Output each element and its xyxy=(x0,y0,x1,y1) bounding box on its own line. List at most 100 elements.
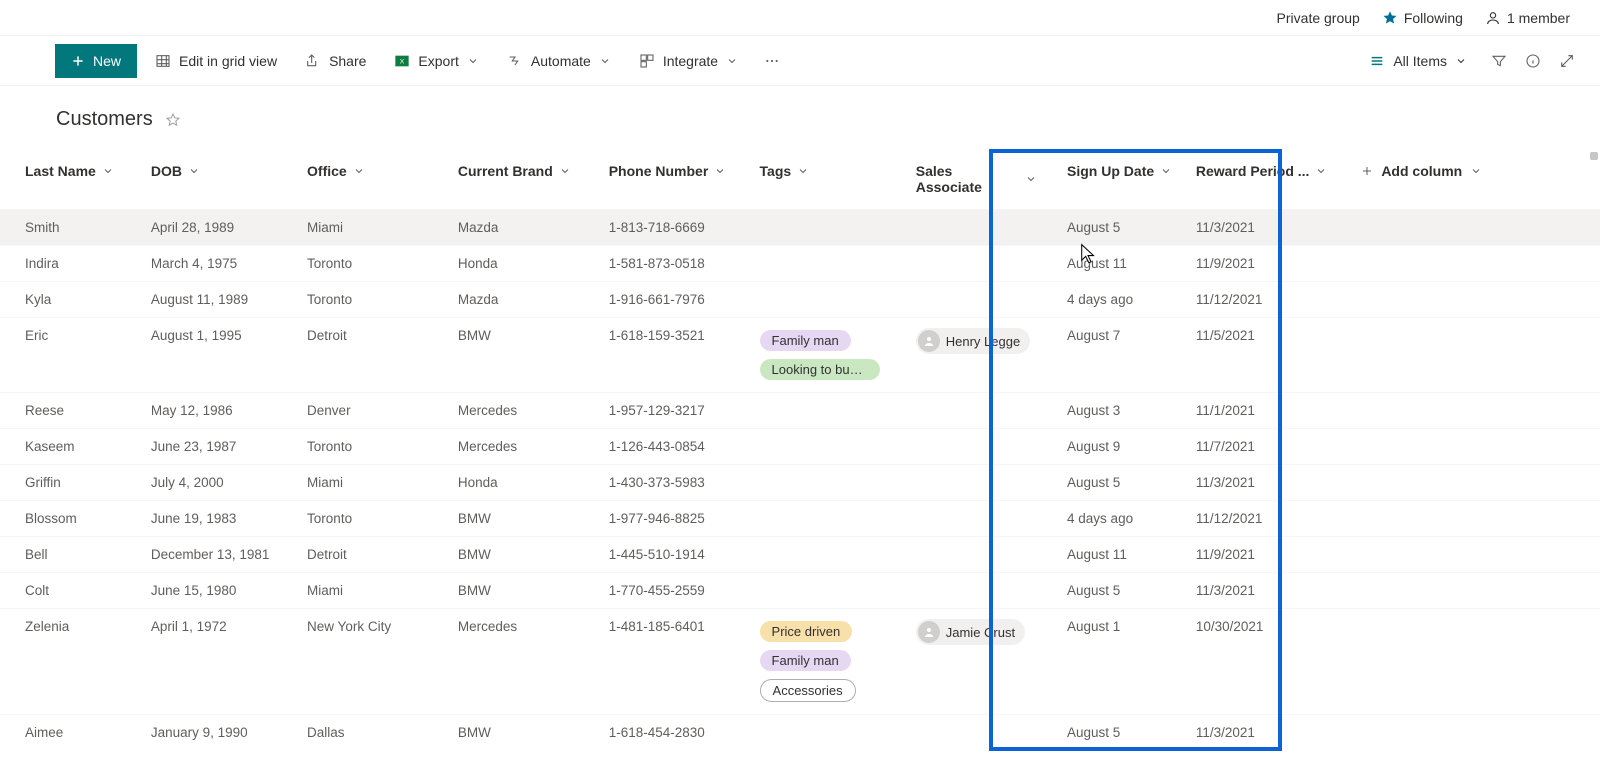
col-phone[interactable]: Phone Number xyxy=(609,149,760,210)
cell: BMW xyxy=(458,318,609,393)
table-row[interactable]: ColtJune 15, 1980MiamiBMW1-770-455-2559A… xyxy=(0,573,1600,609)
cell: Toronto xyxy=(307,429,458,465)
cell: Eric xyxy=(0,318,151,393)
table-row[interactable]: SmithApril 28, 1989MiamiMazda1-813-718-6… xyxy=(0,210,1600,246)
cell xyxy=(916,537,1045,573)
table-row[interactable]: IndiraMarch 4, 1975TorontoHonda1-581-873… xyxy=(0,246,1600,282)
cell: Toronto xyxy=(307,282,458,318)
cell: August 5 xyxy=(1045,573,1196,609)
cell: 11/3/2021 xyxy=(1196,573,1341,609)
tag-pill: Family man xyxy=(760,330,851,351)
table-row[interactable]: AimeeJanuary 9, 1990DallasBMW1-618-454-2… xyxy=(0,715,1600,751)
edit-grid-button[interactable]: Edit in grid view xyxy=(145,44,287,78)
cell: Honda xyxy=(458,246,609,282)
filter-icon[interactable] xyxy=(1491,53,1507,69)
chevron-down-icon xyxy=(102,165,114,177)
cell: 11/1/2021 xyxy=(1196,393,1341,429)
col-signup[interactable]: Sign Up Date xyxy=(1045,149,1196,210)
col-reward[interactable]: Reward Period ... xyxy=(1196,149,1341,210)
cell: May 12, 1986 xyxy=(151,393,307,429)
cell: Reese xyxy=(0,393,151,429)
cell: 11/3/2021 xyxy=(1196,210,1341,246)
automate-button[interactable]: Automate xyxy=(497,44,621,78)
col-brand[interactable]: Current Brand xyxy=(458,149,609,210)
chevron-down-icon xyxy=(797,165,809,177)
cell xyxy=(760,210,916,246)
cell: Dallas xyxy=(307,715,458,751)
person-chip[interactable]: Jamie Crust xyxy=(916,619,1025,645)
cell: April 1, 1972 xyxy=(151,609,307,715)
table-row[interactable]: KylaAugust 11, 1989TorontoMazda1-916-661… xyxy=(0,282,1600,318)
cell xyxy=(1341,537,1600,573)
table-row[interactable]: KaseemJune 23, 1987TorontoMercedes1-126-… xyxy=(0,429,1600,465)
export-button[interactable]: X Export xyxy=(384,44,488,78)
following-toggle[interactable]: Following xyxy=(1382,10,1463,26)
cell: Mercedes xyxy=(458,609,609,715)
scrollbar-thumb[interactable] xyxy=(1590,152,1598,160)
cell: Miami xyxy=(307,573,458,609)
person-name: Henry Legge xyxy=(946,334,1020,349)
cell: Kyla xyxy=(0,282,151,318)
cell: 11/9/2021 xyxy=(1196,246,1341,282)
cell: 11/3/2021 xyxy=(1196,715,1341,751)
favorite-star-icon[interactable] xyxy=(165,112,181,128)
integrate-label: Integrate xyxy=(663,53,718,69)
cell: Family man Looking to buy s... xyxy=(760,318,916,393)
table-row[interactable]: BellDecember 13, 1981DetroitBMW1-445-510… xyxy=(0,537,1600,573)
new-button[interactable]: New xyxy=(55,44,137,78)
list-header: Customers xyxy=(0,86,1600,149)
cell xyxy=(1341,282,1600,318)
cell: 11/12/2021 xyxy=(1196,501,1341,537)
table-row[interactable]: ReeseMay 12, 1986DenverMercedes1-957-129… xyxy=(0,393,1600,429)
cell: Honda xyxy=(458,465,609,501)
tag-pill: Looking to buy s... xyxy=(760,359,880,380)
share-button[interactable]: Share xyxy=(295,44,376,78)
cell: August 5 xyxy=(1045,210,1196,246)
info-icon[interactable] xyxy=(1525,53,1541,69)
table-row[interactable]: EricAugust 1, 1995DetroitBMW1-618-159-35… xyxy=(0,318,1600,393)
integrate-button[interactable]: Integrate xyxy=(629,44,748,78)
person-icon xyxy=(1485,10,1501,26)
col-tags[interactable]: Tags xyxy=(760,149,916,210)
person-chip[interactable]: Henry Legge xyxy=(916,328,1030,354)
col-associate[interactable]: Sales Associate xyxy=(916,149,1045,210)
cell xyxy=(916,465,1045,501)
members-count[interactable]: 1 member xyxy=(1485,10,1570,26)
cell xyxy=(760,573,916,609)
cell xyxy=(916,393,1045,429)
edit-grid-label: Edit in grid view xyxy=(179,53,277,69)
col-dob-label: DOB xyxy=(151,163,182,179)
expand-icon[interactable] xyxy=(1559,53,1575,69)
cell: August 3 xyxy=(1045,393,1196,429)
cell xyxy=(1341,393,1600,429)
group-visibility: Private group xyxy=(1277,10,1360,26)
col-last-name[interactable]: Last Name xyxy=(0,149,151,210)
cell: 1-813-718-6669 xyxy=(609,210,760,246)
view-selector[interactable]: All Items xyxy=(1363,53,1473,69)
cell: Mercedes xyxy=(458,429,609,465)
cell xyxy=(1341,501,1600,537)
col-reward-label: Reward Period ... xyxy=(1196,163,1310,179)
cell: 1-957-129-3217 xyxy=(609,393,760,429)
chevron-down-icon xyxy=(599,55,611,67)
grid-icon xyxy=(155,53,171,69)
cell xyxy=(1341,318,1600,393)
cell: 4 days ago xyxy=(1045,282,1196,318)
avatar xyxy=(918,330,940,352)
col-add[interactable]: Add column xyxy=(1341,149,1600,210)
col-dob[interactable]: DOB xyxy=(151,149,307,210)
col-last-name-label: Last Name xyxy=(25,163,96,179)
cell xyxy=(760,501,916,537)
cell: BMW xyxy=(458,573,609,609)
col-office[interactable]: Office xyxy=(307,149,458,210)
cell: 1-916-661-7976 xyxy=(609,282,760,318)
cell xyxy=(1341,210,1600,246)
cell: 11/3/2021 xyxy=(1196,465,1341,501)
cell: BMW xyxy=(458,537,609,573)
more-commands-button[interactable] xyxy=(756,53,788,69)
table-row[interactable]: GriffinJuly 4, 2000MiamiHonda1-430-373-5… xyxy=(0,465,1600,501)
cell xyxy=(916,715,1045,751)
table-row[interactable]: BlossomJune 19, 1983TorontoBMW1-977-946-… xyxy=(0,501,1600,537)
table-row[interactable]: ZeleniaApril 1, 1972New York CityMercede… xyxy=(0,609,1600,715)
top-info-bar: Private group Following 1 member xyxy=(0,0,1600,36)
